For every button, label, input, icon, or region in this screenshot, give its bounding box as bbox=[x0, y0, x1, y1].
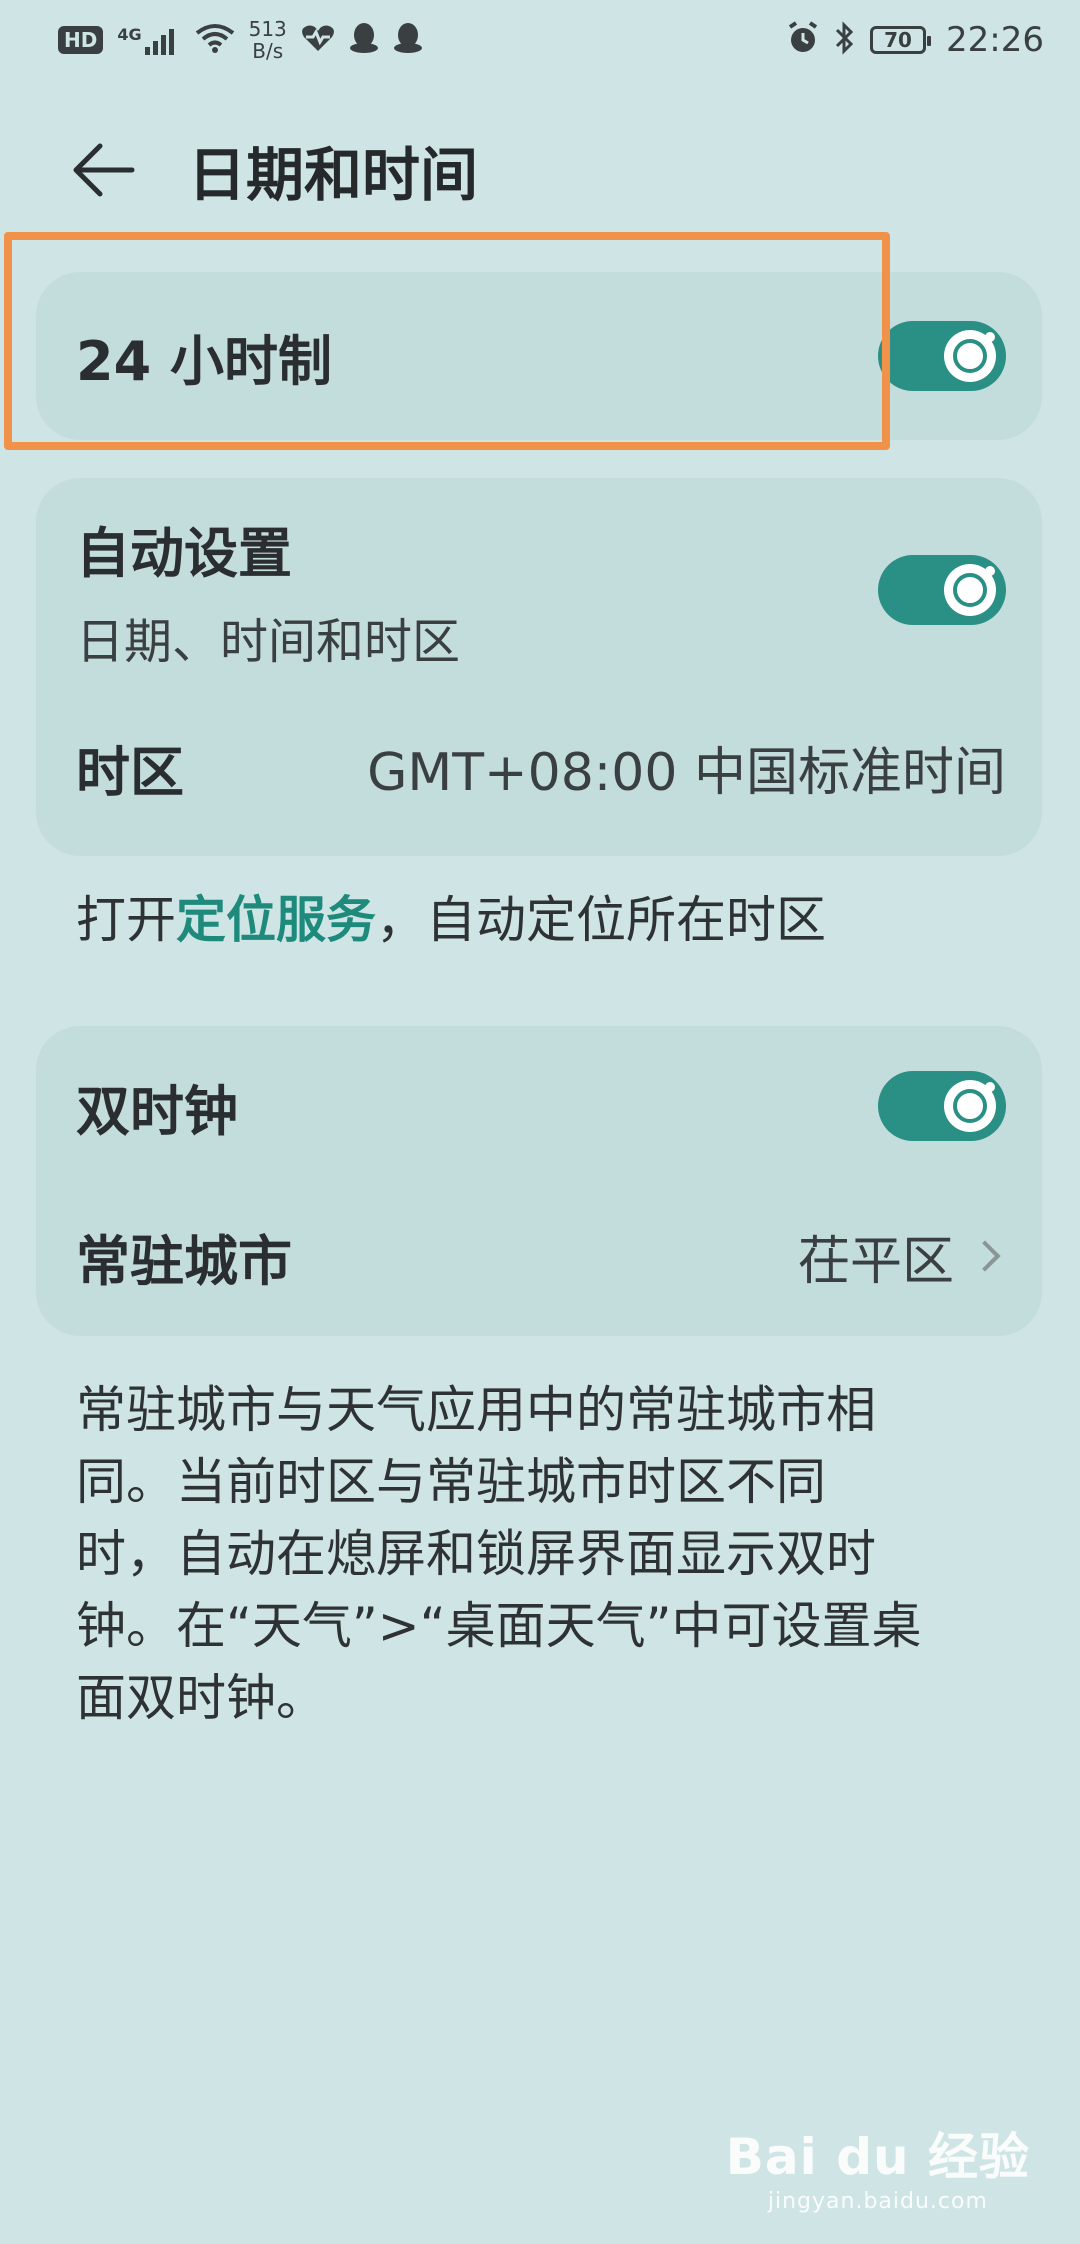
status-time: 22:26 bbox=[946, 20, 1044, 60]
location-service-link[interactable]: 定位服务 bbox=[176, 891, 376, 949]
hd-badge: HD bbox=[58, 26, 104, 54]
auto-row[interactable]: 自动设置 日期、时间和时区 bbox=[36, 478, 1042, 702]
auto-label: 自动设置 bbox=[76, 521, 292, 585]
wifi-icon bbox=[195, 23, 235, 57]
bluetooth-icon bbox=[834, 21, 856, 59]
description-line: 钟。在“天气”>“桌面天气”中可设置桌 bbox=[76, 1597, 922, 1655]
toggle-knob-dot bbox=[985, 566, 995, 576]
hint-suffix: ，自动定位所在时区 bbox=[376, 891, 826, 949]
hint-prefix: 打开 bbox=[76, 891, 176, 949]
watermark-sub: jingyan.baidu.com bbox=[767, 2189, 988, 2214]
app-header: 日期和时间 bbox=[0, 120, 1080, 220]
dual-clock-label: 双时钟 bbox=[76, 1079, 238, 1143]
status-left: HD 4G 513 B/s bbox=[58, 18, 423, 62]
hour24-label: 24 小时制 bbox=[76, 329, 332, 393]
dual-clock-description: 常驻城市与天气应用中的常驻城市相 同。当前时区与常驻城市时区不同 时，自动在熄屏… bbox=[76, 1374, 1016, 1734]
status-right: 70 22:26 bbox=[786, 20, 1044, 60]
back-button[interactable] bbox=[64, 130, 144, 210]
arrow-left-icon bbox=[73, 143, 135, 197]
heart-rate-icon bbox=[301, 23, 335, 57]
hour24-row[interactable]: 24 小时制 bbox=[36, 272, 1042, 440]
auto-sublabel: 日期、时间和时区 bbox=[76, 613, 461, 670]
timezone-label: 时区 bbox=[76, 740, 184, 804]
home-city-row[interactable]: 常驻城市 茌平区 bbox=[36, 1186, 1042, 1326]
watermark-main: Bai du 经验 bbox=[725, 2128, 1030, 2186]
page-title: 日期和时间 bbox=[188, 141, 479, 209]
dual-clock-row[interactable]: 双时钟 bbox=[36, 1026, 1042, 1186]
description-line: 同。当前时区与常驻城市时区不同 bbox=[76, 1453, 826, 1511]
net-speed: 513 B/s bbox=[249, 18, 287, 62]
dual-clock-card: 双时钟 常驻城市 茌平区 bbox=[36, 1026, 1042, 1336]
qq-icon bbox=[393, 22, 423, 58]
home-city-label: 常驻城市 bbox=[76, 1229, 292, 1293]
dual-clock-toggle[interactable] bbox=[878, 1071, 1006, 1141]
qq-icon bbox=[349, 22, 379, 58]
auto-text: 自动设置 日期、时间和时区 bbox=[76, 509, 460, 672]
home-city-value: 茌平区 bbox=[797, 1231, 954, 1292]
home-city-value-group: 茌平区 bbox=[798, 1219, 1006, 1294]
alarm-icon bbox=[786, 21, 820, 59]
description-line: 时，自动在熄屏和锁屏界面显示双时 bbox=[76, 1525, 876, 1583]
description-line: 面双时钟。 bbox=[76, 1669, 326, 1727]
hour24-card: 24 小时制 bbox=[36, 272, 1042, 440]
net-speed-unit: B/s bbox=[252, 39, 284, 63]
toggle-knob-dot bbox=[985, 1082, 995, 1092]
description-line: 常驻城市与天气应用中的常驻城市相 bbox=[76, 1381, 876, 1439]
location-hint: 打开定位服务，自动定位所在时区 bbox=[76, 880, 826, 952]
battery-icon: 70 bbox=[870, 26, 932, 54]
timezone-row[interactable]: 时区 GMT+08:00 中国标准时间 bbox=[36, 702, 1042, 832]
signal-icon: 4G bbox=[117, 25, 180, 55]
auto-toggle[interactable] bbox=[878, 555, 1006, 625]
battery-level: 70 bbox=[884, 28, 912, 52]
network-type-label: 4G bbox=[117, 25, 142, 44]
toggle-knob-dot bbox=[985, 332, 995, 342]
auto-card: 自动设置 日期、时间和时区 时区 GMT+08:00 中国标准时间 bbox=[36, 478, 1042, 856]
timezone-value: GMT+08:00 中国标准时间 bbox=[367, 742, 1006, 803]
baidu-watermark: Bai du 经验 jingyan.baidu.com bbox=[726, 2117, 1030, 2214]
status-bar: HD 4G 513 B/s 70 22:26 bbox=[0, 0, 1080, 80]
hour24-toggle[interactable] bbox=[878, 321, 1006, 391]
chevron-right-icon bbox=[969, 1240, 1001, 1272]
net-speed-value: 513 bbox=[248, 17, 287, 41]
